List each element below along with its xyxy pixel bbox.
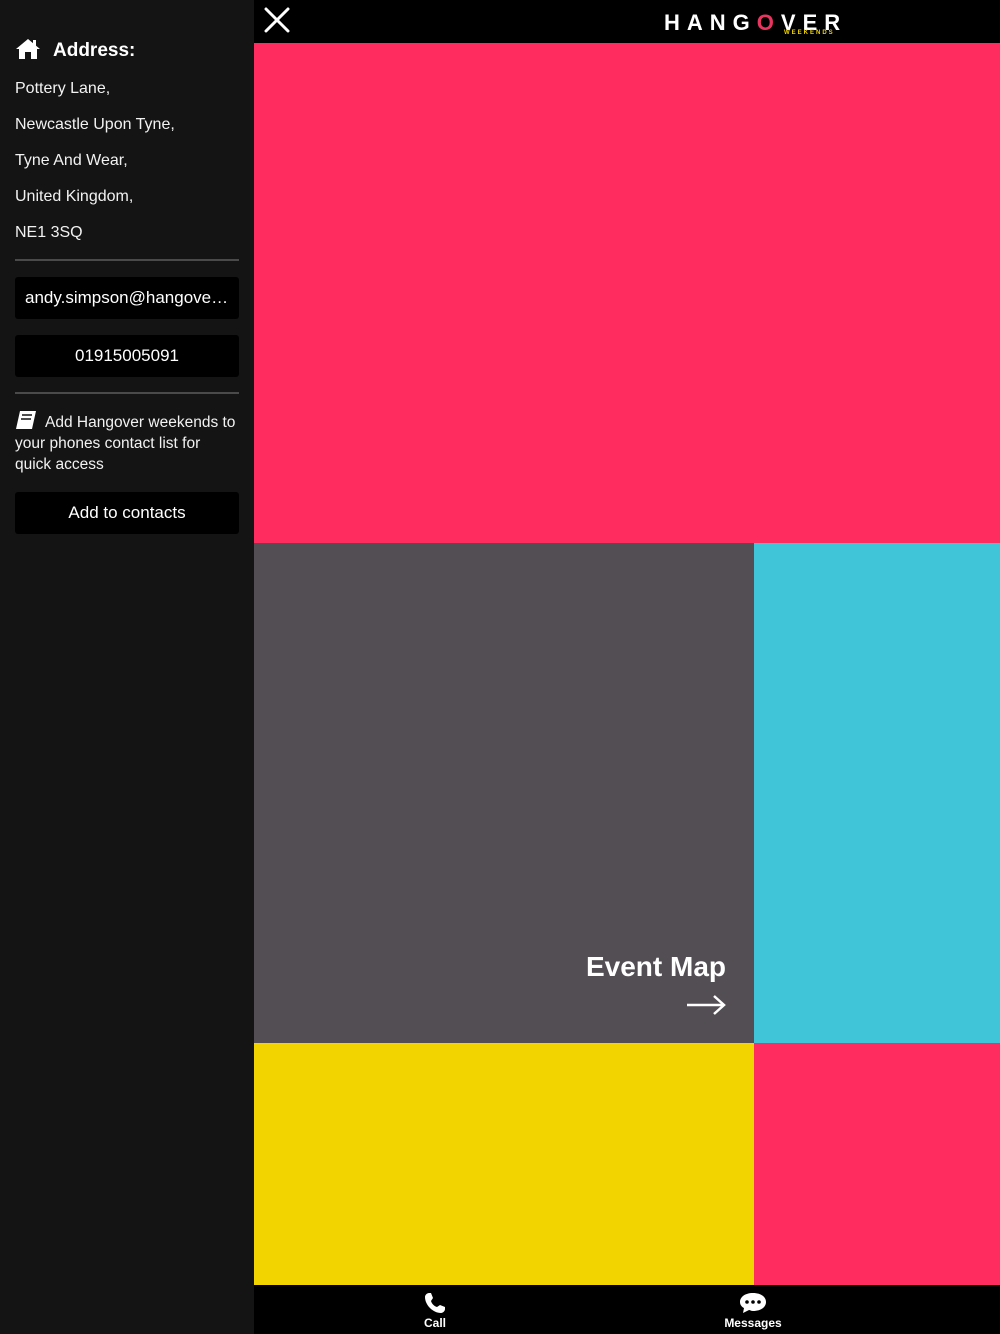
address-line: Newcastle Upon Tyne, [15, 116, 175, 133]
logo-o: O [756, 10, 781, 35]
email-button[interactable]: andy.simpson@hangover... [15, 277, 239, 319]
address-line: Pottery Lane, [15, 80, 111, 97]
top-bar: HANGOVER WEEKENDS [254, 0, 1000, 43]
chat-icon [740, 1293, 766, 1313]
address-header: Address: [15, 36, 135, 62]
logo-text: HANG [664, 10, 757, 35]
divider [15, 392, 239, 394]
contact-text: Add Hangover weekends to your phones con… [15, 414, 236, 473]
messages-label: Messages [724, 1316, 782, 1330]
tile-red-top[interactable] [254, 43, 1000, 543]
close-icon[interactable] [264, 6, 290, 34]
nav-call[interactable]: Call [375, 1285, 495, 1334]
address-line: United Kingdom, [15, 188, 134, 205]
tile-cyan[interactable] [754, 543, 1000, 1043]
sidebar: Address: Pottery Lane, Newcastle Upon Ty… [0, 0, 254, 1334]
app-root: Address: Pottery Lane, Newcastle Upon Ty… [0, 0, 1000, 1334]
address-line: Tyne And Wear, [15, 152, 128, 169]
address-title: Address: [53, 40, 136, 61]
contact-info: Add Hangover weekends to your phones con… [15, 410, 239, 475]
logo-subtitle: WEEKENDS [784, 30, 835, 36]
arrow-right-icon [687, 995, 726, 1015]
event-map-label: Event Map [585, 951, 726, 982]
nav-messages[interactable]: Messages [693, 1285, 813, 1334]
address-book-icon [16, 411, 36, 429]
tile-yellow[interactable] [254, 1043, 754, 1285]
tile-event-map[interactable]: Event Map [254, 543, 754, 1043]
tile-red-bottom[interactable] [754, 1043, 1000, 1285]
home-icon [16, 39, 40, 59]
divider [15, 259, 239, 261]
call-label: Call [423, 1316, 446, 1330]
phone-icon [425, 1293, 445, 1313]
add-to-contacts-button[interactable]: Add to contacts [15, 492, 239, 534]
address-line: NE1 3SQ [15, 224, 83, 241]
bottom-nav: Call Messages [254, 1285, 1000, 1334]
email-label: andy.simpson@hangover... [25, 288, 229, 307]
phone-label: 01915005091 [74, 346, 179, 365]
phone-button[interactable]: 01915005091 [15, 335, 239, 377]
add-to-contacts-label: Add to contacts [68, 503, 186, 522]
